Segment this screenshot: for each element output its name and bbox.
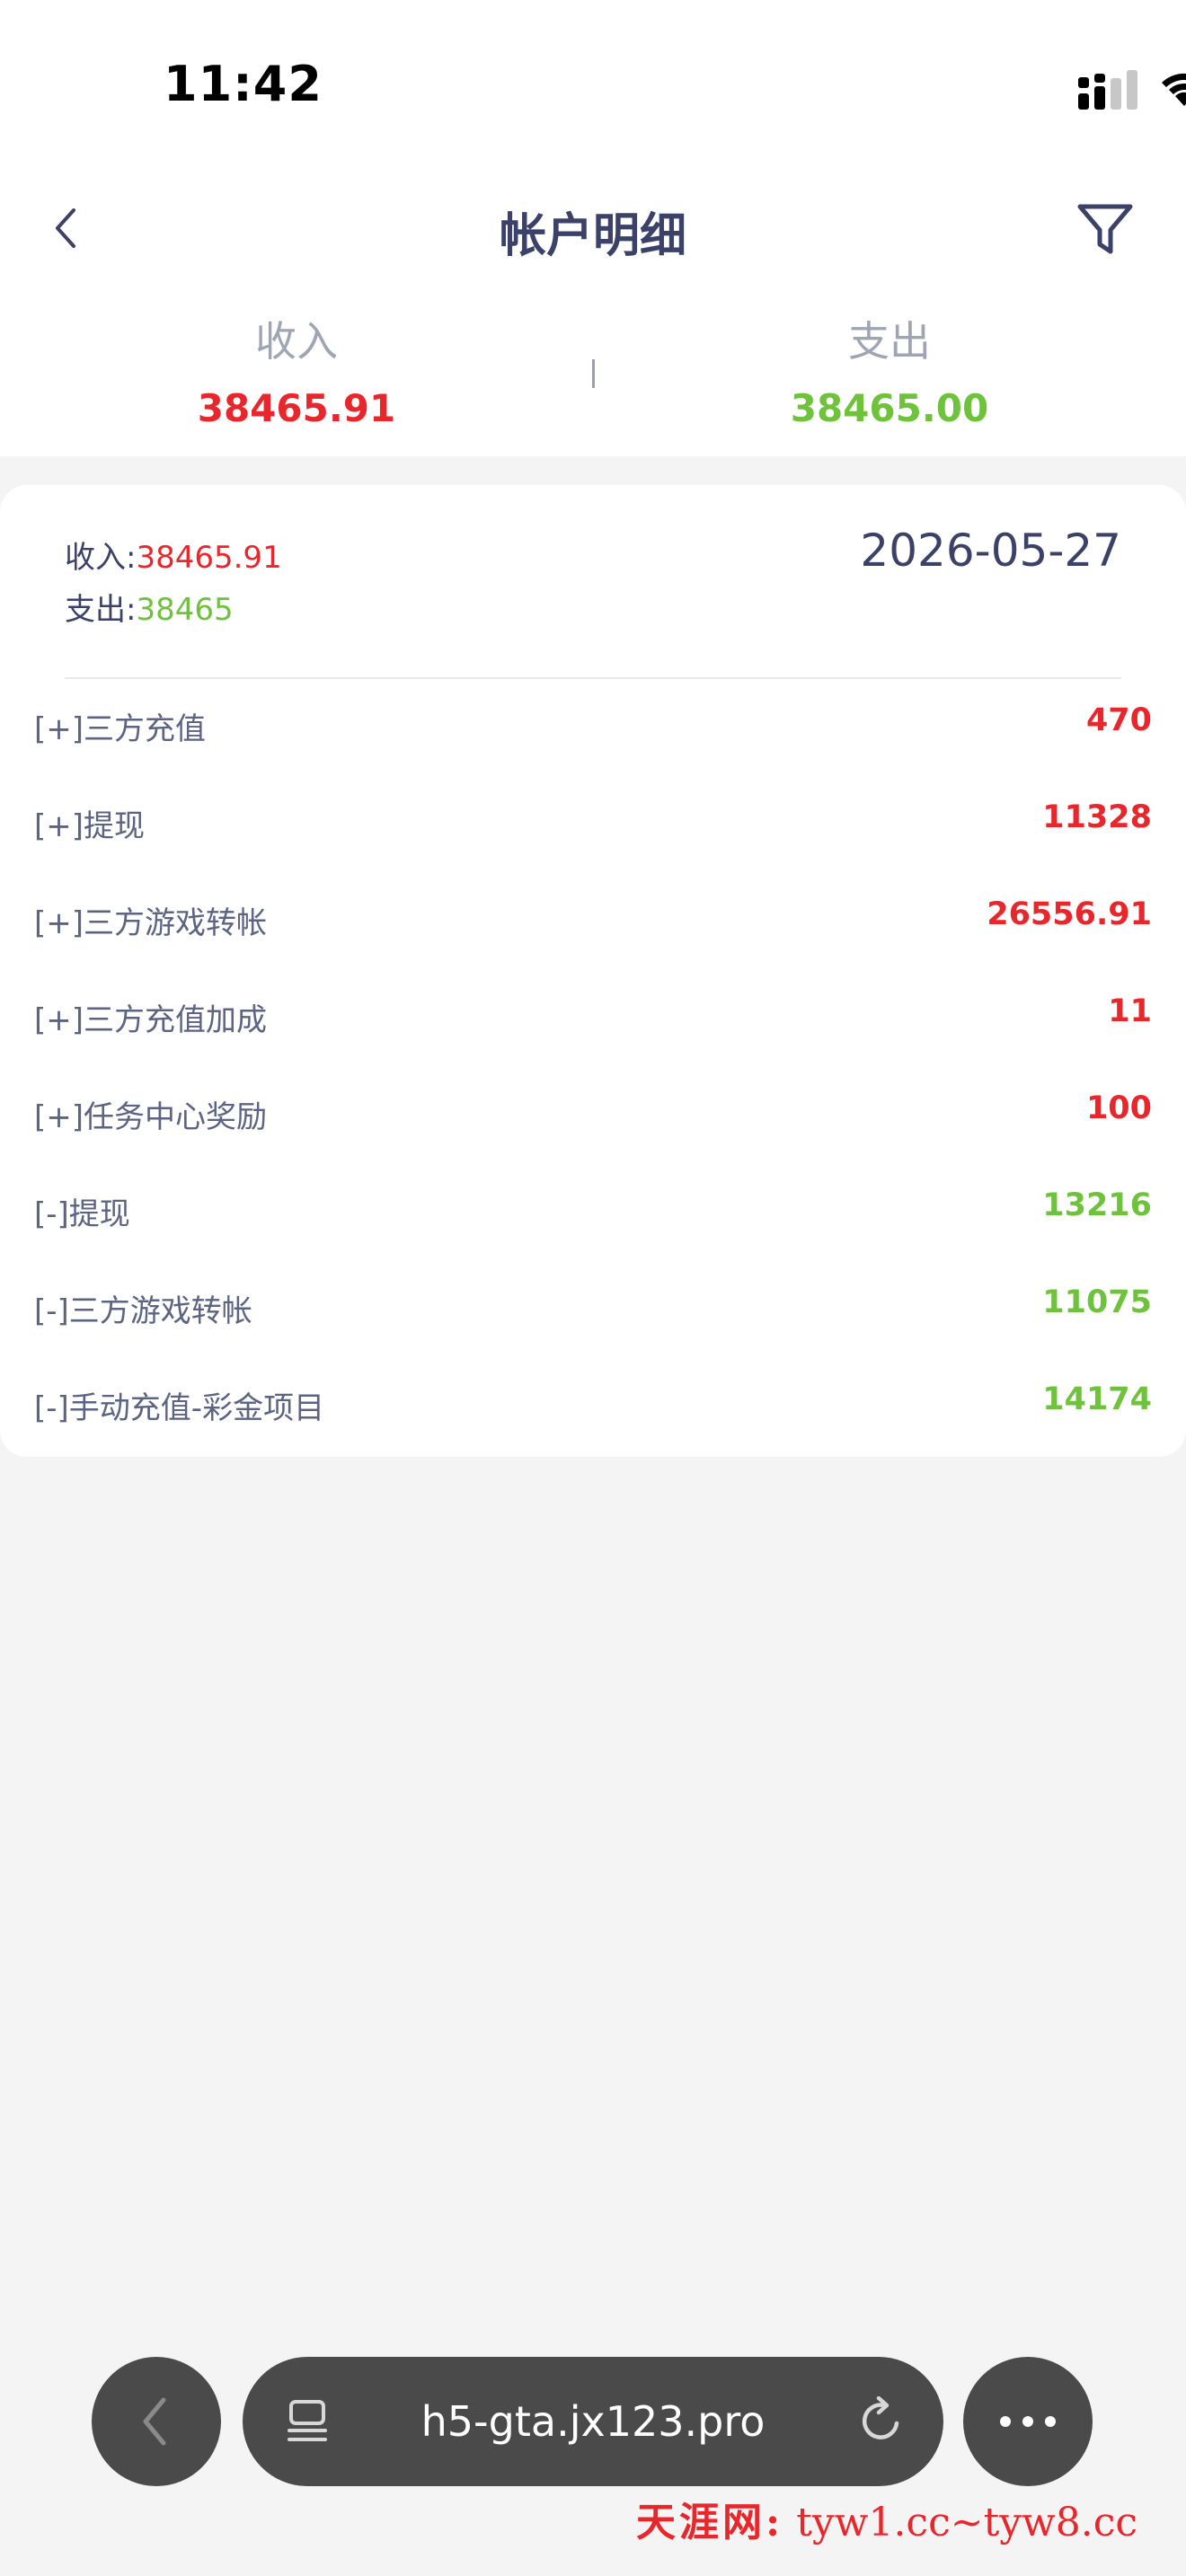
list-item[interactable]: [+]任务中心奖励 100 xyxy=(0,1067,1186,1164)
card-income-label: 收入: xyxy=(65,540,137,576)
browser-back-button[interactable] xyxy=(92,2357,221,2486)
daily-detail-card: 收入:38465.91 支出:38465 2026-05-27 [+]三方充值 … xyxy=(0,485,1186,1457)
list-item-label: [-]手动充值-彩金项目 xyxy=(34,1390,325,1426)
list-item[interactable]: [+]提现 11328 xyxy=(0,776,1186,873)
card-expense-value: 38465 xyxy=(136,592,234,628)
list-item[interactable]: [+]三方充值 470 xyxy=(0,679,1186,776)
summary-expense-value: 38465.00 xyxy=(790,386,989,430)
list-item-label: [+]任务中心奖励 xyxy=(34,1099,268,1135)
list-item[interactable]: [+]三方充值加成 11 xyxy=(0,970,1186,1067)
page: 11:42 帐户明细 收入 38465.91 支出 38465.00 收入:38… xyxy=(0,0,1186,2576)
list-item-value: 100 xyxy=(1085,1090,1152,1126)
list-item-value: 11328 xyxy=(1042,799,1152,835)
url-text: h5-gta.jx123.pro xyxy=(420,2397,766,2446)
list-item-value: 470 xyxy=(1085,702,1152,738)
list-item-label: [+]三方游戏转帐 xyxy=(34,905,268,941)
list-item-value: 26556.91 xyxy=(987,896,1152,932)
status-time: 11:42 xyxy=(164,56,323,112)
watermark: 天涯网: tyw1.cc~tyw8.cc xyxy=(636,2490,1137,2547)
card-income-value: 38465.91 xyxy=(136,540,282,576)
summary-expense-label: 支出 xyxy=(848,317,931,366)
card-summary: 收入:38465.91 支出:38465 xyxy=(65,532,282,636)
list-item-label: [+]三方充值加成 xyxy=(34,1002,268,1038)
summary-income: 收入 38465.91 xyxy=(0,314,593,437)
summary-expense: 支出 38465.00 xyxy=(593,314,1186,437)
watermark-text: tyw1.cc~tyw8.cc xyxy=(796,2500,1138,2545)
filter-icon[interactable] xyxy=(1075,199,1136,259)
more-button[interactable] xyxy=(963,2357,1093,2486)
card-expense-label: 支出: xyxy=(65,592,137,628)
list-item-label: [+]三方充值 xyxy=(34,711,207,747)
list-item-value: 13216 xyxy=(1042,1187,1152,1223)
reload-icon[interactable] xyxy=(857,2396,907,2447)
wifi-icon xyxy=(1162,73,1186,106)
card-date: 2026-05-27 xyxy=(860,525,1121,577)
list-item-value: 11075 xyxy=(1042,1284,1152,1320)
summary-income-label: 收入 xyxy=(255,317,338,366)
detail-list: [+]三方充值 470 [+]提现 11328 [+]三方游戏转帐 26556.… xyxy=(0,679,1186,1455)
watermark-brand: 天涯网: xyxy=(636,2500,784,2545)
list-item-value: 11 xyxy=(1108,993,1152,1029)
more-icon xyxy=(1000,2416,1056,2427)
list-item[interactable]: [-]三方游戏转帐 11075 xyxy=(0,1261,1186,1358)
list-item-value: 14174 xyxy=(1042,1381,1152,1417)
list-item[interactable]: [-]提现 13216 xyxy=(0,1164,1186,1261)
list-item-label: [+]提现 xyxy=(34,808,146,844)
summary-income-value: 38465.91 xyxy=(197,386,396,430)
list-item-label: [-]提现 xyxy=(34,1196,130,1232)
signal-icon xyxy=(1078,70,1137,110)
page-title: 帐户明细 xyxy=(499,209,686,263)
list-item-label: [-]三方游戏转帐 xyxy=(34,1293,252,1329)
list-item[interactable]: [-]手动充值-彩金项目 14174 xyxy=(0,1358,1186,1455)
address-bar[interactable]: h5-gta.jx123.pro xyxy=(243,2357,943,2486)
list-item[interactable]: [+]三方游戏转帐 26556.91 xyxy=(0,873,1186,970)
back-chevron-icon xyxy=(143,2397,166,2446)
